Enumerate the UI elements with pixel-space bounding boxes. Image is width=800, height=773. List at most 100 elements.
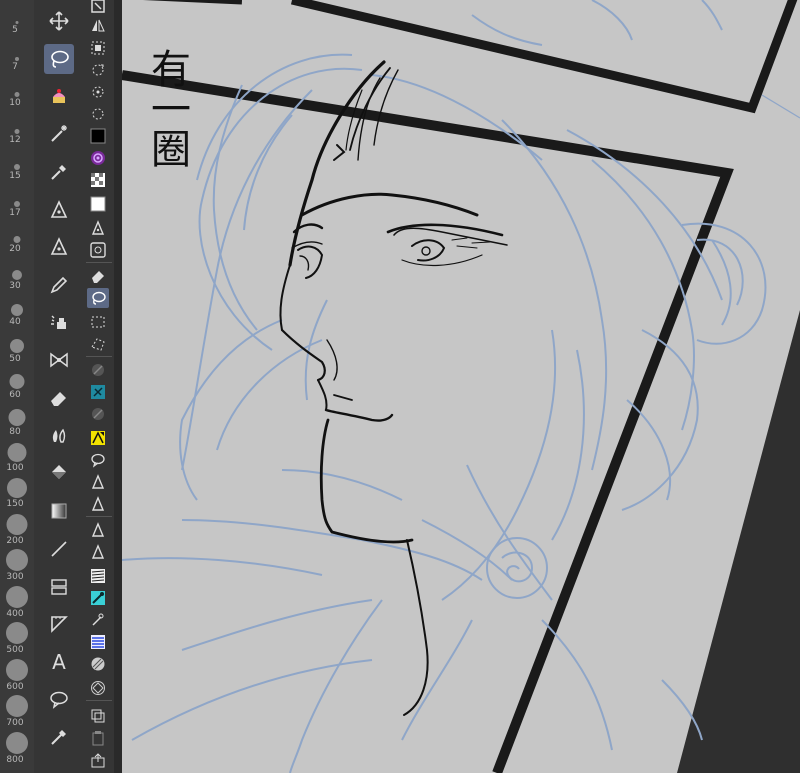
correct-line-tool[interactable] [44, 722, 74, 752]
brush-size-item[interactable]: 5 [0, 0, 34, 36]
brush-size-item[interactable]: 20 [0, 219, 34, 255]
brush-size-label: 15 [9, 171, 21, 182]
brush-size-label: 17 [9, 207, 21, 218]
spiral-icon[interactable] [87, 148, 109, 168]
expand-selection-icon[interactable] [87, 104, 109, 124]
brush-size-label: 20 [9, 244, 21, 255]
brush-size-item[interactable]: 200 [0, 510, 34, 546]
decoration-tool[interactable] [44, 345, 74, 375]
brush-size-item[interactable]: 700 [0, 693, 34, 729]
rotate-selection-icon[interactable] [87, 60, 109, 80]
brush-size-item[interactable]: 80 [0, 401, 34, 437]
text-tool[interactable]: A [44, 647, 74, 677]
eraser-icon [48, 387, 70, 409]
balloon-tool[interactable] [44, 685, 74, 715]
balloon-icon[interactable] [87, 450, 109, 470]
divider [86, 356, 112, 357]
eyedropper-icon [48, 161, 70, 183]
pencil-tool[interactable] [44, 270, 74, 300]
brush-size-dot [14, 128, 20, 134]
brush-size-label: 80 [9, 426, 21, 437]
canvas-area[interactable]: 有一圈 [122, 0, 800, 773]
brush-size-item[interactable]: 7 [0, 36, 34, 72]
auto-select-tool[interactable] [44, 81, 74, 111]
palette-scrollbar[interactable] [114, 0, 122, 773]
vertical-text: 有一圈 [144, 48, 190, 168]
transform-selection-icon[interactable] [87, 82, 109, 102]
pencil-icon [48, 274, 70, 296]
disabled-brush-icon-2[interactable] [87, 404, 109, 424]
gradient-tool[interactable] [44, 496, 74, 526]
selection-grid-icon[interactable] [87, 38, 109, 58]
brush-size-item[interactable]: 15 [0, 146, 34, 182]
pen-icon-4[interactable] [87, 520, 109, 540]
brush-size-dot [6, 549, 28, 572]
pen-icon-2[interactable] [87, 472, 109, 492]
paper [122, 0, 800, 773]
brush-tool[interactable] [44, 308, 74, 338]
brush-size-label: 400 [6, 608, 24, 619]
brush-size-item[interactable]: 300 [0, 547, 34, 583]
clipboard-icon[interactable] [87, 728, 109, 748]
ruler-tool[interactable] [44, 609, 74, 639]
blend-tool[interactable] [44, 421, 74, 451]
sub-color-swatch[interactable] [87, 194, 109, 214]
brush-size-dot [11, 304, 23, 317]
brush-size-item[interactable]: 10 [0, 73, 34, 109]
pen-icon-3[interactable] [87, 494, 109, 514]
manga-canvas[interactable] [122, 0, 800, 773]
flip-horizontal-icon[interactable] [87, 16, 109, 36]
eraser-tool[interactable] [44, 383, 74, 413]
yellow-effect-icon[interactable] [87, 428, 109, 448]
move-icon [48, 10, 70, 32]
brush-size-item[interactable]: 17 [0, 182, 34, 218]
brush-size-label: 500 [6, 645, 24, 656]
brush-size-item[interactable]: 400 [0, 583, 34, 619]
brush-size-dot [7, 443, 27, 462]
brush-size-item[interactable]: 150 [0, 474, 34, 510]
brush-size-item[interactable]: 12 [0, 109, 34, 145]
hatching-icon[interactable] [87, 566, 109, 586]
brush-size-item[interactable]: 600 [0, 656, 34, 692]
magic-wand-tool[interactable] [44, 119, 74, 149]
move-tool[interactable] [44, 6, 74, 36]
export-icon[interactable] [87, 750, 109, 770]
scatter-brush-icon[interactable] [87, 610, 109, 630]
brush-size-label: 700 [6, 718, 24, 729]
fill-tool[interactable] [44, 458, 74, 488]
tone-dots-icon[interactable] [87, 678, 109, 698]
speed-lines-icon[interactable] [87, 632, 109, 652]
brush-size-item[interactable]: 100 [0, 438, 34, 474]
brush-size-item[interactable]: 800 [0, 729, 34, 765]
tone-circle-icon[interactable] [87, 654, 109, 674]
brush-size-dot [10, 338, 24, 353]
teal-pen-icon[interactable] [87, 382, 109, 402]
pen-tool[interactable] [44, 195, 74, 225]
capture-icon[interactable] [87, 240, 109, 260]
pen-icon[interactable] [87, 218, 109, 238]
eyedropper-tool[interactable] [44, 157, 74, 187]
pen-tool-2[interactable] [44, 232, 74, 262]
brush-size-item[interactable]: 500 [0, 620, 34, 656]
select-layer-icon[interactable] [87, 0, 109, 16]
brush-size-item[interactable]: 50 [0, 328, 34, 364]
frame-border-tool[interactable] [44, 572, 74, 602]
rectangle-select-icon[interactable] [87, 312, 109, 332]
figure-tool[interactable] [44, 534, 74, 564]
transparent-color-icon[interactable] [87, 170, 109, 190]
brush-size-item[interactable]: 30 [0, 255, 34, 291]
eraser-icon[interactable] [87, 266, 109, 286]
pen-icon-5[interactable] [87, 542, 109, 562]
divider [86, 700, 112, 701]
layer-copy-icon[interactable] [87, 706, 109, 726]
brush-size-label: 60 [9, 390, 21, 401]
brush-size-item[interactable]: 60 [0, 365, 34, 401]
polyline-select-icon[interactable] [87, 334, 109, 354]
cyan-brush-icon[interactable] [87, 588, 109, 608]
brush-size-item[interactable]: 40 [0, 292, 34, 328]
lasso-select-tool[interactable] [44, 43, 74, 74]
main-color-swatch[interactable] [87, 126, 109, 146]
lasso-icon[interactable] [87, 288, 109, 308]
brush-size-label: 40 [9, 317, 21, 328]
disabled-brush-icon[interactable] [87, 360, 109, 380]
